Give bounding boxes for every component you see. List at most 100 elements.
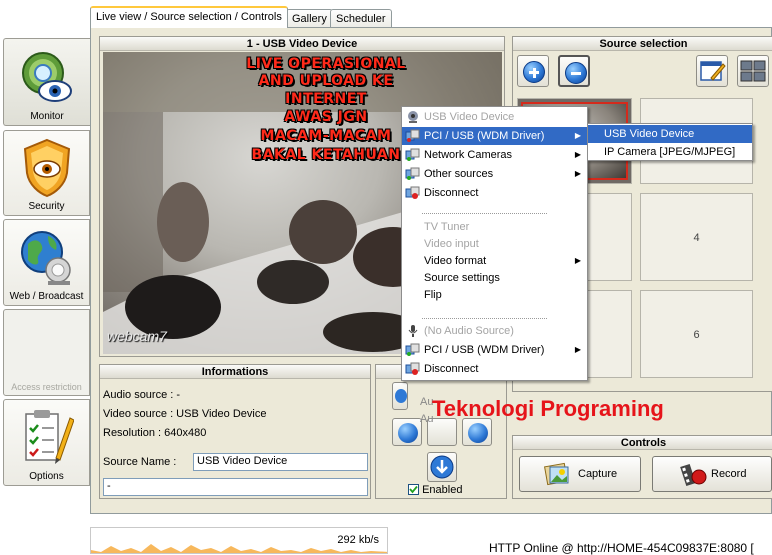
audio-source-label: Audio source : - — [103, 389, 181, 401]
menu-item-disconnect[interactable]: Disconnect — [402, 184, 587, 202]
plugin-icon — [405, 167, 420, 180]
security-shield-icon — [23, 138, 70, 198]
controls-title: Controls — [513, 436, 772, 450]
source-cell-4[interactable]: 4 — [640, 193, 753, 281]
overlay-line: INTERNET — [285, 91, 367, 107]
bandwidth-label: 292 kb/s — [337, 534, 379, 546]
submenu-arrow-icon: ▶ — [574, 169, 581, 178]
ptz-up-left-button[interactable] — [392, 382, 408, 410]
wdm-submenu: USB Video Device IP Camera [JPEG/MJPEG] — [587, 123, 753, 161]
overlay-line: MACAM-MACAM — [260, 128, 392, 144]
arrow-down-icon — [430, 455, 454, 479]
menu-item-tv-tuner: TV Tuner — [424, 221, 470, 233]
menu-item-label: (No Audio Source) — [424, 325, 514, 337]
submenu-arrow-icon: ▶ — [574, 150, 581, 159]
ptz-left-button[interactable] — [392, 418, 422, 446]
ptz-down-button[interactable] — [427, 452, 457, 482]
sidebar-item-web-broadcast[interactable]: Web / Broadcast — [3, 219, 90, 306]
sidebar: Monitor Security Web / Broadcast Access … — [0, 0, 90, 554]
menu-item-usb-video-device: USB Video Device — [402, 108, 587, 126]
overlay-line: BAKAL KETAHUAN — [251, 147, 401, 163]
source-cell-6[interactable]: 6 — [640, 290, 753, 378]
remove-source-button[interactable] — [558, 55, 590, 87]
bandwidth-graph: 292 kb/s — [90, 527, 388, 554]
plus-icon — [523, 61, 545, 83]
submenu-item-ip-camera[interactable]: IP Camera [JPEG/MJPEG] — [588, 143, 752, 161]
menu-item-label: Network Cameras — [424, 149, 513, 161]
menu-item-video-format[interactable]: Video format ▶ — [402, 252, 587, 270]
tab-gallery[interactable]: Gallery — [286, 9, 333, 28]
menu-item-source-settings[interactable]: Source settings — [402, 269, 587, 287]
source-context-menu: USB Video Device PCI / USB (WDM Driver) … — [401, 106, 588, 381]
record-label: Record — [711, 468, 747, 480]
sidebar-item-label: Options — [29, 471, 64, 482]
grid-icon — [740, 60, 766, 82]
sidebar-item-label: Access restriction — [11, 382, 82, 392]
menu-item-video-input: Video input — [424, 238, 479, 250]
enabled-checkbox[interactable] — [408, 484, 419, 495]
menu-item-label: Other sources — [424, 168, 494, 180]
capture-label: Capture — [578, 468, 618, 480]
capture-photo-icon — [544, 462, 569, 486]
tab-scheduler[interactable]: Scheduler — [330, 9, 392, 28]
record-button[interactable]: Record — [652, 456, 772, 492]
overlay-line: AWAS JGN — [284, 109, 368, 125]
edit-window-icon — [700, 61, 726, 81]
menu-item-network-cameras[interactable]: Network Cameras ▶ — [402, 146, 587, 164]
webcam-icon — [408, 111, 418, 123]
menu-item-no-audio-source: (No Audio Source) — [402, 322, 587, 340]
record-film-icon — [680, 463, 707, 487]
plugin-icon — [405, 129, 420, 142]
sidebar-item-label: Web / Broadcast — [9, 291, 84, 302]
webcam-logo: webcam7 — [107, 328, 167, 344]
add-source-button[interactable] — [517, 55, 549, 87]
checkmark-icon — [409, 485, 418, 494]
enabled-checkbox-row[interactable]: Enabled — [408, 484, 462, 496]
sidebar-item-monitor[interactable]: Monitor — [3, 38, 90, 126]
minus-icon — [565, 62, 587, 84]
plugin-icon — [405, 148, 420, 161]
menu-item-pci-usb-wdm[interactable]: PCI / USB (WDM Driver) ▶ — [402, 127, 587, 145]
menu-separator — [422, 318, 547, 319]
menu-item-label: PCI / USB (WDM Driver) — [424, 130, 545, 142]
menu-item-label: Video format — [424, 255, 487, 267]
extra-input[interactable]: - — [103, 478, 368, 496]
sidebar-item-security[interactable]: Security — [3, 130, 90, 216]
source-name-label: Source Name : — [103, 456, 177, 468]
disconnect-icon — [405, 362, 420, 375]
submenu-arrow-icon: ▶ — [574, 131, 581, 140]
disconnect-icon — [405, 186, 420, 199]
grid-layout-button[interactable] — [737, 55, 769, 87]
source-properties-button[interactable] — [696, 55, 728, 87]
menu-item-label: PCI / USB (WDM Driver) — [424, 344, 545, 356]
menu-item-other-sources[interactable]: Other sources ▶ — [402, 165, 587, 183]
menu-item-label: USB Video Device — [424, 111, 515, 123]
plugin-icon — [405, 343, 420, 356]
monitor-eye-icon — [22, 52, 72, 102]
tab-live-view[interactable]: Live view / Source selection / Controls — [90, 6, 288, 28]
enabled-label: Enabled — [422, 484, 463, 496]
menu-item-audio-pci-usb-wdm[interactable]: PCI / USB (WDM Driver) ▶ — [402, 341, 587, 359]
watermark-text: Teknologi Programing — [432, 396, 664, 421]
submenu-arrow-icon: ▶ — [574, 345, 581, 354]
submenu-arrow-icon: ▶ — [574, 256, 581, 265]
source-selection-title: Source selection — [513, 37, 772, 51]
submenu-item-usb-video-device[interactable]: USB Video Device — [588, 125, 752, 143]
overlay-line: AND UPLOAD KE — [258, 73, 394, 89]
menu-item-flip[interactable]: Flip — [402, 286, 587, 304]
menu-item-audio-disconnect[interactable]: Disconnect — [402, 360, 587, 378]
sidebar-item-options[interactable]: Options — [3, 399, 90, 486]
capture-button[interactable]: Capture — [519, 456, 641, 492]
resolution-label: Resolution : 640x480 — [103, 427, 207, 439]
options-checklist-icon — [24, 410, 74, 464]
menu-item-label: Disconnect — [424, 363, 479, 375]
server-status: HTTP Online @ http://HOME-454C09837E:808… — [489, 541, 754, 555]
info-title: Informations — [100, 365, 370, 379]
microphone-icon — [408, 325, 418, 337]
web-globe-icon — [20, 231, 71, 285]
ptz-right-button[interactable] — [462, 418, 492, 446]
video-source-label: Video source : USB Video Device — [103, 408, 267, 420]
source-name-input[interactable]: USB Video Device — [193, 453, 368, 471]
menu-separator — [422, 213, 547, 214]
sidebar-item-label: Monitor — [30, 111, 64, 122]
